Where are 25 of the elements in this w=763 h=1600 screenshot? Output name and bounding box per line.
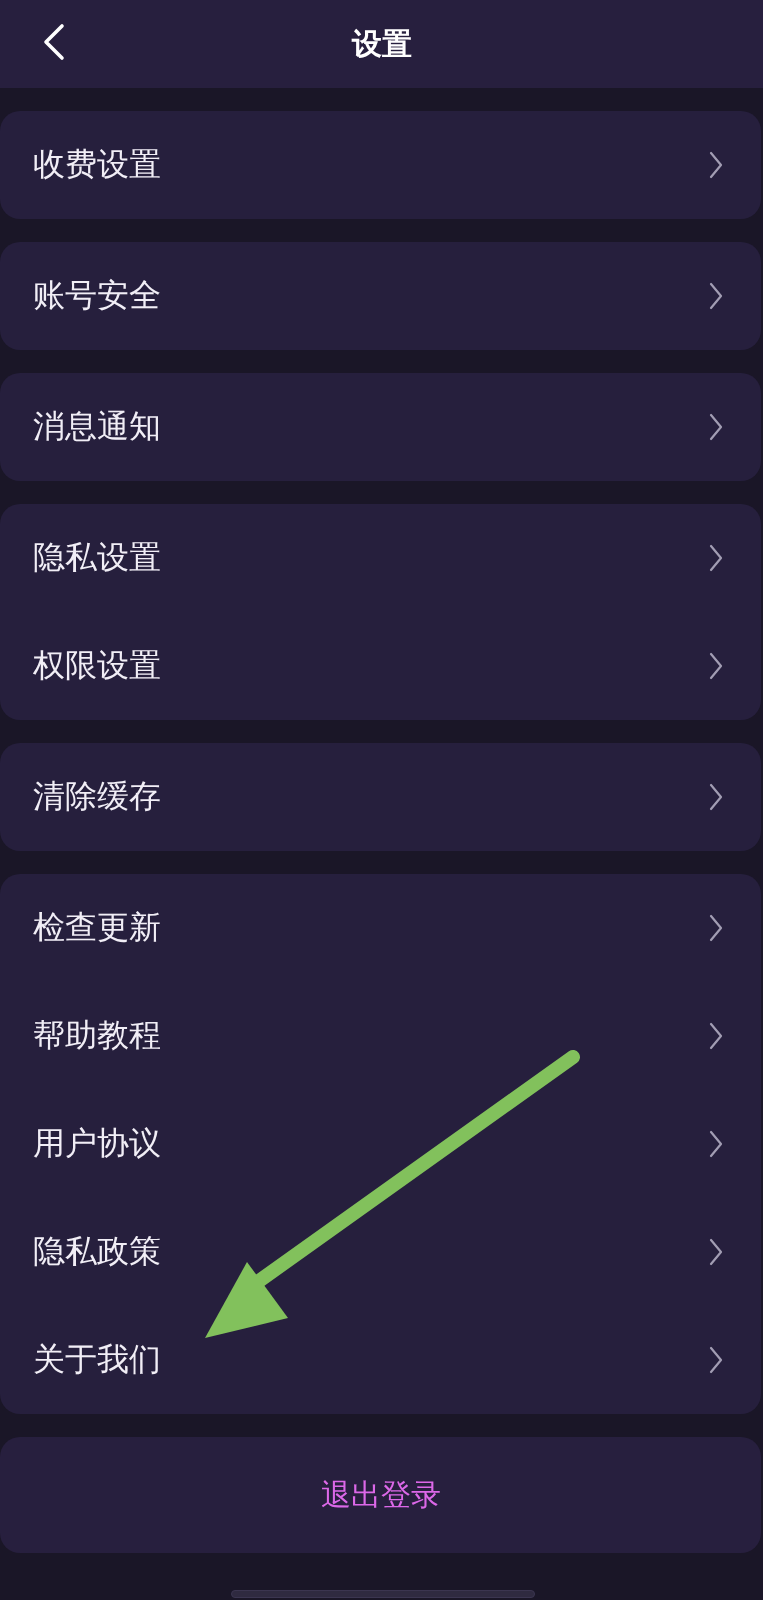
chevron-right-icon bbox=[709, 1022, 723, 1050]
chevron-right-icon bbox=[709, 914, 723, 942]
chevron-right-icon bbox=[709, 413, 723, 441]
settings-row[interactable]: 消息通知 bbox=[0, 373, 761, 481]
settings-row[interactable]: 隐私政策 bbox=[0, 1198, 761, 1306]
chevron-right-icon bbox=[709, 783, 723, 811]
settings-row[interactable]: 关于我们 bbox=[0, 1306, 761, 1414]
settings-row[interactable]: 收费设置 bbox=[0, 111, 761, 219]
settings-row[interactable]: 检查更新 bbox=[0, 874, 761, 982]
chevron-right-icon bbox=[709, 544, 723, 572]
logout-button[interactable]: 退出登录 bbox=[0, 1437, 761, 1553]
settings-row[interactable]: 帮助教程 bbox=[0, 982, 761, 1090]
chevron-right-icon bbox=[709, 282, 723, 310]
chevron-right-icon bbox=[709, 151, 723, 179]
chevron-right-icon bbox=[709, 1346, 723, 1374]
chevron-right-icon bbox=[709, 652, 723, 680]
settings-row[interactable]: 用户协议 bbox=[0, 1090, 761, 1198]
settings-row[interactable]: 账号安全 bbox=[0, 242, 761, 350]
settings-row[interactable]: 隐私设置 bbox=[0, 504, 761, 612]
settings-row[interactable]: 权限设置 bbox=[0, 612, 761, 720]
back-chevron-icon bbox=[43, 23, 65, 61]
page-title: 设置 bbox=[351, 24, 412, 63]
chevron-right-icon bbox=[709, 1130, 723, 1158]
chevron-right-icon bbox=[709, 1238, 723, 1266]
settings-row[interactable]: 清除缓存 bbox=[0, 743, 761, 851]
